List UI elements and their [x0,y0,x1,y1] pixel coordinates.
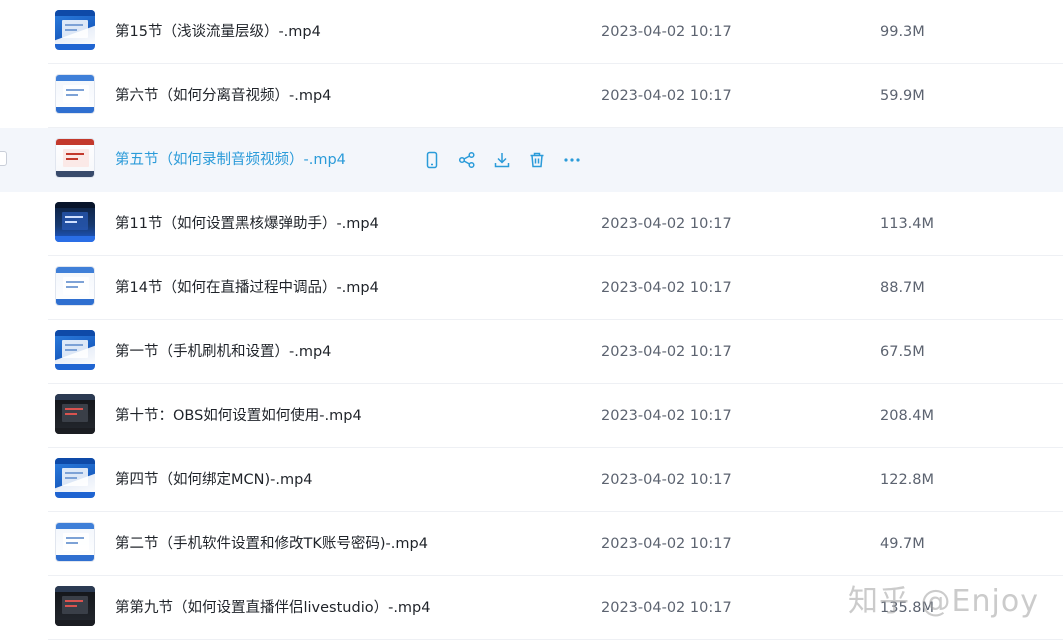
file-size: 122.8M [880,472,935,488]
file-date: 2023-04-02 10:17 [601,408,732,424]
file-date: 2023-04-02 10:17 [601,600,732,616]
download-icon[interactable] [492,150,512,170]
file-list: 第15节（浅谈流量层级）-.mp4 2023-04-02 10:17 99.3M… [0,0,1063,644]
video-thumbnail[interactable] [55,522,95,562]
row-actions [422,148,597,172]
file-name[interactable]: 第二节（手机软件设置和修改TK账号密码)-.mp4 [115,512,428,576]
file-row[interactable]: 第11节（如何设置黑核爆弹助手）-.mp4 2023-04-02 10:17 1… [0,192,1063,256]
file-size: 67.5M [880,344,925,360]
file-row[interactable]: 第一节（手机刷机和设置）-.mp4 2023-04-02 10:17 67.5M [0,320,1063,384]
file-name[interactable]: 第六节（如何分离音视频）-.mp4 [115,64,331,128]
file-name[interactable]: 第四节（如何绑定MCN)-.mp4 [115,448,313,512]
file-row[interactable]: 第六节（如何分离音视频）-.mp4 2023-04-02 10:17 59.9M [0,64,1063,128]
more-icon[interactable] [562,150,582,170]
file-name[interactable]: 第14节（如何在直播过程中调品）-.mp4 [115,256,379,320]
file-date: 2023-04-02 10:17 [601,536,732,552]
video-thumbnail[interactable] [55,10,95,50]
file-date: 2023-04-02 10:17 [601,24,732,40]
file-row[interactable]: 第十节：OBS如何设置如何使用-.mp4 2023-04-02 10:17 20… [0,384,1063,448]
video-thumbnail[interactable] [55,202,95,242]
file-date: 2023-04-02 10:17 [601,344,732,360]
file-name[interactable]: 第15节（浅谈流量层级）-.mp4 [115,0,321,64]
file-name[interactable]: 第十节：OBS如何设置如何使用-.mp4 [115,384,362,448]
file-row[interactable]: 第14节（如何在直播过程中调品）-.mp4 2023-04-02 10:17 8… [0,256,1063,320]
video-thumbnail[interactable] [55,266,95,306]
file-row[interactable]: 第二节（手机软件设置和修改TK账号密码)-.mp4 2023-04-02 10:… [0,512,1063,576]
row-divider [48,639,1063,640]
video-thumbnail[interactable] [55,330,95,370]
file-row[interactable]: 第15节（浅谈流量层级）-.mp4 2023-04-02 10:17 99.3M [0,0,1063,64]
trash-icon[interactable] [527,150,547,170]
share-icon[interactable] [457,150,477,170]
video-thumbnail[interactable] [55,394,95,434]
file-name[interactable]: 第五节（如何录制音频视频）-.mp4 [115,128,346,192]
file-date: 2023-04-02 10:17 [601,216,732,232]
video-thumbnail[interactable] [55,586,95,626]
file-name[interactable]: 第一节（手机刷机和设置）-.mp4 [115,320,331,384]
phone-icon[interactable] [422,150,442,170]
file-date: 2023-04-02 10:17 [601,88,732,104]
video-thumbnail[interactable] [55,74,95,114]
row-checkbox[interactable] [0,151,7,166]
video-thumbnail[interactable] [55,458,95,498]
file-row-hovered[interactable]: 第五节（如何录制音频视频）-.mp4 [0,128,1063,192]
file-size: 99.3M [880,24,925,40]
file-date: 2023-04-02 10:17 [601,472,732,488]
file-size: 49.7M [880,536,925,552]
file-size: 208.4M [880,408,935,424]
video-thumbnail[interactable] [55,138,95,178]
zhihu-watermark: 知乎 @Enjoy [848,584,1039,619]
file-row[interactable]: 第四节（如何绑定MCN)-.mp4 2023-04-02 10:17 122.8… [0,448,1063,512]
file-name[interactable]: 第11节（如何设置黑核爆弹助手）-.mp4 [115,192,379,256]
file-size: 113.4M [880,216,935,232]
file-date: 2023-04-02 10:17 [601,280,732,296]
file-size: 88.7M [880,280,925,296]
file-name[interactable]: 第第九节（如何设置直播伴侣livestudio）-.mp4 [115,576,431,640]
file-size: 59.9M [880,88,925,104]
